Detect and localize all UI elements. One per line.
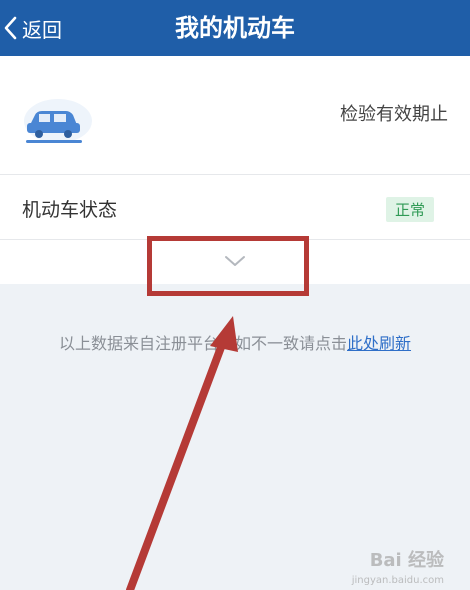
refresh-link[interactable]: 此处刷新 <box>347 334 411 353</box>
watermark-url: jingyan.baidu.com <box>351 575 444 586</box>
watermark-logo: Bai 经验 <box>369 550 444 571</box>
vehicle-card: 检验有效期止 机动车状态 正常 <box>0 56 470 284</box>
car-icon <box>24 99 92 143</box>
app-header: 返回 我的机动车 <box>0 0 470 56</box>
vehicle-status-label: 机动车状态 <box>22 199 118 221</box>
expand-button[interactable] <box>0 240 470 284</box>
chevron-down-icon <box>225 256 245 266</box>
inspection-expiry-label: 检验有效期止 <box>340 104 448 125</box>
vehicle-status-row: 机动车状态 正常 <box>0 175 470 240</box>
data-source-text: 以上数据来自注册平台，如不一致请点击 <box>58 334 347 353</box>
data-source-note: 以上数据来自注册平台，如不一致请点击此处刷新 <box>0 330 470 354</box>
vehicle-row[interactable]: 检验有效期止 <box>0 56 470 175</box>
status-badge: 正常 <box>385 197 434 222</box>
page-title: 我的机动车 <box>175 14 295 42</box>
